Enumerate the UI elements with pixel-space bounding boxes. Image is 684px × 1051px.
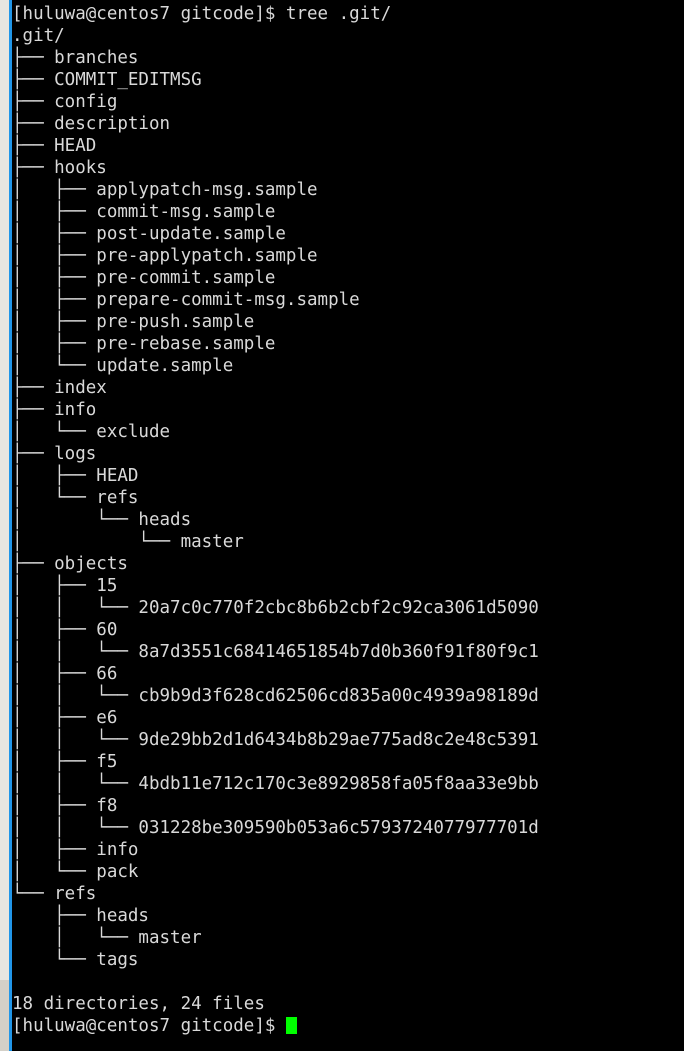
terminal-line: │ ├── 60	[12, 620, 118, 640]
terminal-line: │ ├── 15	[12, 576, 118, 596]
terminal-line: │ │ └── cb9b9d3f628cd62506cd835a00c4939a…	[12, 686, 539, 706]
terminal-line: ├── objects	[12, 554, 128, 574]
terminal-line: └── refs	[12, 884, 97, 904]
terminal-line: │ │ └── 20a7c0c770f2cbc8b6b2cbf2c92ca306…	[12, 598, 539, 618]
terminal-line: ├── config	[12, 92, 118, 112]
terminal-line: [huluwa@centos7 gitcode]$ tree .git/	[12, 4, 392, 24]
terminal-line: │ ├── pre-applypatch.sample	[12, 246, 318, 266]
terminal-line: │ ├── applypatch-msg.sample	[12, 180, 318, 200]
terminal-line: │ │ └── 9de29bb2d1d6434b8b29ae775ad8c2e4…	[12, 730, 539, 750]
terminal-line: ├── info	[12, 400, 97, 420]
terminal-line: │ └── exclude	[12, 422, 171, 442]
terminal-line: │ ├── pre-push.sample	[12, 312, 255, 332]
terminal-line: │ ├── post-update.sample	[12, 224, 286, 244]
terminal-line: ├── branches	[12, 48, 139, 68]
block-cursor-icon	[285, 1017, 297, 1034]
terminal-line: │ └── master	[12, 532, 244, 552]
terminal-line: │ └── refs	[12, 488, 139, 508]
terminal-line: ├── description	[12, 114, 171, 134]
terminal-line: ├── logs	[12, 444, 97, 464]
terminal-prompt-line: [huluwa@centos7 gitcode]$	[12, 1015, 684, 1037]
terminal-line: │ ├── commit-msg.sample	[12, 202, 276, 222]
scrollbar-thumb[interactable]	[0, 0, 9, 980]
terminal-line: │ ├── pre-rebase.sample	[12, 334, 276, 354]
terminal-line: │ │ └── 8a7d3551c68414651854b7d0b360f91f…	[12, 642, 539, 662]
terminal-line: .git/	[12, 26, 65, 46]
terminal-line: ├── hooks	[12, 158, 107, 178]
terminal-line: │ │ └── 031228be309590b053a6c57937240779…	[12, 818, 539, 838]
terminal-line: │ └── heads	[12, 510, 192, 530]
terminal-line: │ ├── info	[12, 840, 139, 860]
terminal-line: ├── COMMIT_EDITMSG	[12, 70, 202, 90]
terminal-line: │ ├── prepare-commit-msg.sample	[12, 290, 360, 310]
terminal-line: │ ├── pre-commit.sample	[12, 268, 276, 288]
terminal-window: [huluwa@centos7 gitcode]$ tree .git/.git…	[0, 0, 684, 1051]
prompt-text: [huluwa@centos7 gitcode]$	[12, 1016, 286, 1036]
terminal-line: │ └── update.sample	[12, 356, 234, 376]
terminal-line: ├── HEAD	[12, 136, 97, 156]
terminal-output-area[interactable]: [huluwa@centos7 gitcode]$ tree .git/.git…	[12, 0, 684, 1051]
terminal-line: 18 directories, 24 files	[12, 994, 265, 1014]
terminal-line: │ └── pack	[12, 862, 139, 882]
terminal-line: │ ├── HEAD	[12, 466, 139, 486]
terminal-line: └── tags	[12, 950, 139, 970]
terminal-line: │ ├── f5	[12, 752, 118, 772]
terminal-line: ├── heads	[12, 906, 149, 926]
terminal-line: ├── index	[12, 378, 107, 398]
terminal-line: │ ├── e6	[12, 708, 118, 728]
terminal-line: │ ├── f8	[12, 796, 118, 816]
terminal-line: │ │ └── 4bdb11e712c170c3e8929858fa05f8aa…	[12, 774, 539, 794]
terminal-line-list: [huluwa@centos7 gitcode]$ tree .git/.git…	[12, 3, 684, 1015]
terminal-line: │ └── master	[12, 928, 202, 948]
terminal-line: │ ├── 66	[12, 664, 118, 684]
